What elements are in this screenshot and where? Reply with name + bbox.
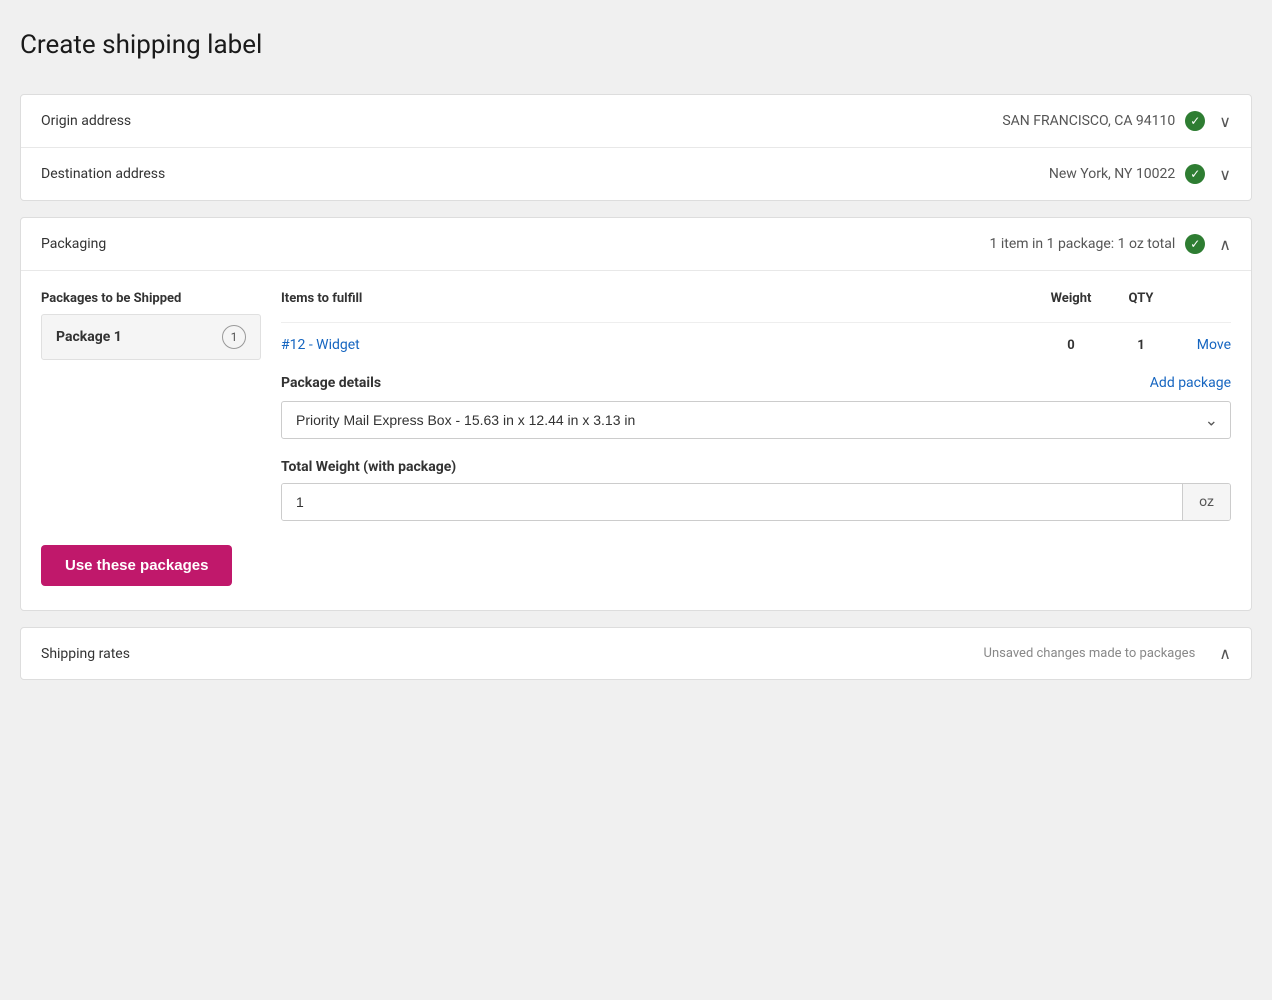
packaging-check-icon: ✓ (1185, 234, 1205, 254)
qty-header: QTY (1111, 291, 1171, 314)
item-qty: 1 (1137, 338, 1144, 353)
item-row: #12 - Widget 0 1 Move (281, 331, 1231, 359)
package-1-badge: 1 (222, 325, 246, 349)
shipping-rates-header-row[interactable]: Shipping rates Unsaved changes made to p… (21, 628, 1251, 679)
destination-address-row[interactable]: Destination address New York, NY 10022 ✓… (21, 148, 1251, 200)
package-details-section: Package details Add package Priority Mai… (281, 375, 1231, 521)
package-select-wrapper[interactable]: Priority Mail Express Box - 15.63 in x 1… (281, 401, 1231, 439)
unsaved-text: Unsaved changes made to packages (984, 646, 1196, 661)
package-1-item[interactable]: Package 1 1 (41, 314, 261, 360)
packages-header: Packages to be Shipped (41, 291, 261, 314)
shipping-rates-right: Unsaved changes made to packages ∧ (984, 644, 1231, 663)
destination-address-label: Destination address (41, 166, 165, 182)
destination-address-right: New York, NY 10022 ✓ ∨ (1049, 164, 1231, 184)
packaging-label: Packaging (41, 236, 106, 252)
item-weight: 0 (1067, 338, 1074, 353)
origin-address-value: SAN FRANCISCO, CA 94110 (1002, 113, 1175, 129)
shipping-rates-card: Shipping rates Unsaved changes made to p… (20, 627, 1252, 680)
packaging-header-row[interactable]: Packaging 1 item in 1 package: 1 oz tota… (21, 218, 1251, 271)
packages-right: Items to fulfill Weight QTY #12 - Widget (281, 291, 1231, 521)
add-package-link[interactable]: Add package (1150, 375, 1231, 391)
packages-left: Packages to be Shipped Package 1 1 (41, 291, 261, 521)
item-link[interactable]: #12 - Widget (281, 337, 360, 353)
shipping-rates-chevron-up-icon: ∧ (1219, 644, 1231, 663)
weight-input-row: oz (281, 483, 1231, 521)
packaging-chevron-up-icon: ∧ (1219, 235, 1231, 254)
origin-chevron-down-icon: ∨ (1219, 112, 1231, 131)
packaging-body: Packages to be Shipped Package 1 1 Items… (21, 271, 1251, 610)
package-details-label: Package details (281, 375, 381, 391)
origin-address-right: SAN FRANCISCO, CA 94110 ✓ ∨ (1002, 111, 1231, 131)
weight-header: Weight (1031, 291, 1111, 314)
packaging-section: Packaging 1 item in 1 package: 1 oz tota… (20, 217, 1252, 611)
items-fulfill-header: Items to fulfill (281, 291, 1031, 314)
package-1-label: Package 1 (56, 329, 122, 345)
page-title: Create shipping label (20, 20, 1252, 70)
package-details-header: Package details Add package (281, 375, 1231, 391)
packages-table: Packages to be Shipped Package 1 1 Items… (41, 291, 1231, 521)
packaging-header-right: 1 item in 1 package: 1 oz total ✓ ∧ (990, 234, 1232, 254)
total-weight-section: Total Weight (with package) oz (281, 459, 1231, 521)
use-packages-button[interactable]: Use these packages (41, 545, 232, 586)
weight-input[interactable] (282, 484, 1182, 520)
package-select[interactable]: Priority Mail Express Box - 15.63 in x 1… (282, 402, 1230, 438)
destination-address-value: New York, NY 10022 (1049, 166, 1175, 182)
packaging-summary: 1 item in 1 package: 1 oz total (990, 236, 1176, 252)
origin-address-label: Origin address (41, 113, 131, 129)
destination-check-icon: ✓ (1185, 164, 1205, 184)
weight-unit: oz (1182, 484, 1230, 520)
items-header-row: Items to fulfill Weight QTY (281, 291, 1231, 323)
shipping-rates-label: Shipping rates (41, 646, 130, 662)
origin-check-icon: ✓ (1185, 111, 1205, 131)
origin-address-card: Origin address SAN FRANCISCO, CA 94110 ✓… (20, 94, 1252, 201)
destination-chevron-down-icon: ∨ (1219, 165, 1231, 184)
move-link[interactable]: Move (1197, 337, 1231, 353)
origin-address-row[interactable]: Origin address SAN FRANCISCO, CA 94110 ✓… (21, 95, 1251, 148)
total-weight-label: Total Weight (with package) (281, 459, 1231, 475)
